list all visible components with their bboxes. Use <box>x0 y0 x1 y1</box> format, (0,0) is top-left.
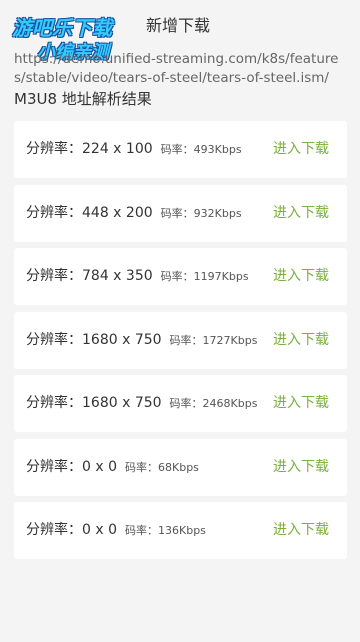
header: 游吧乐下载 小编亲测 新增下载 https://demo.unified-str… <box>0 0 360 120</box>
stream-card: 分辨率：224 x 100 码率：493Kbps 进入下载 <box>14 121 347 178</box>
bitrate-value: 2468Kbps <box>202 397 258 410</box>
watermark-line-1: 游吧乐下载 <box>12 16 112 40</box>
stream-card: 分辨率：1680 x 750 码率：1727Kbps 进入下载 <box>14 311 347 369</box>
bitrate: 码率：932Kbps <box>161 207 242 220</box>
bitrate-value: 1197Kbps <box>193 270 249 283</box>
enter-download-button[interactable]: 进入下载 <box>273 248 329 305</box>
bitrate-label: 码率： <box>169 333 203 347</box>
stream-card: 分辨率：1680 x 750 码率：2468Kbps 进入下载 <box>14 375 347 432</box>
bitrate-label: 码率： <box>160 270 194 283</box>
resolution-value: 1680 x 750 <box>82 395 162 411</box>
resolution-label: 分辨率： <box>26 458 82 475</box>
bitrate: 码率：493Kbps <box>161 143 242 156</box>
resolution-value: 224 x 100 <box>82 141 153 157</box>
enter-download-button[interactable]: 进入下载 <box>273 439 329 496</box>
bitrate-label: 码率： <box>169 397 203 410</box>
stream-info: 分辨率：224 x 100 码率：493Kbps <box>26 121 242 178</box>
resolution-value: 1680 x 750 <box>82 331 162 348</box>
resolution-value: 784 x 350 <box>82 268 153 284</box>
bitrate: 码率：136Kbps <box>125 524 206 537</box>
stream-info: 分辨率：1680 x 750 码率：2468Kbps <box>26 375 257 432</box>
resolution-label: 分辨率： <box>26 522 82 538</box>
bitrate: 码率：1727Kbps <box>170 334 258 347</box>
bitrate-value: 136Kbps <box>158 524 206 537</box>
resolution-value: 448 x 200 <box>82 204 153 221</box>
stream-info: 分辨率：1680 x 750 码率：1727Kbps <box>26 312 257 369</box>
stream-card: 分辨率：784 x 350 码率：1197Kbps 进入下载 <box>14 248 347 305</box>
enter-download-button[interactable]: 进入下载 <box>273 185 329 242</box>
bitrate: 码率：2468Kbps <box>170 397 258 410</box>
stream-info: 分辨率：448 x 200 码率：932Kbps <box>26 185 242 242</box>
resolution-label: 分辨率： <box>26 395 82 411</box>
bitrate-value: 68Kbps <box>158 460 199 474</box>
stream-info: 分辨率：0 x 0 码率：68Kbps <box>26 439 199 496</box>
stream-info: 分辨率：784 x 350 码率：1197Kbps <box>26 248 249 305</box>
resolution-label: 分辨率： <box>26 141 82 157</box>
bitrate-label: 码率： <box>125 460 158 474</box>
resolution-value: 0 x 0 <box>82 458 117 475</box>
bitrate: 码率：68Kbps <box>125 461 199 474</box>
bitrate-value: 932Kbps <box>193 206 242 220</box>
resolution-label: 分辨率： <box>26 331 82 348</box>
stream-card: 分辨率：448 x 200 码率：932Kbps 进入下载 <box>14 184 347 242</box>
bitrate: 码率：1197Kbps <box>161 270 249 283</box>
resolution-label: 分辨率： <box>26 268 82 284</box>
stream-card: 分辨率：0 x 0 码率：136Kbps 进入下载 <box>14 502 347 559</box>
enter-download-button[interactable]: 进入下载 <box>273 375 329 432</box>
bitrate-value: 1727Kbps <box>202 333 258 347</box>
enter-download-button[interactable]: 进入下载 <box>273 121 329 178</box>
enter-download-button[interactable]: 进入下载 <box>273 312 329 369</box>
enter-download-button[interactable]: 进入下载 <box>273 502 329 559</box>
bitrate-label: 码率： <box>160 143 194 156</box>
resolution-value: 0 x 0 <box>82 522 117 538</box>
bitrate-value: 493Kbps <box>193 143 242 156</box>
stream-info: 分辨率：0 x 0 码率：136Kbps <box>26 502 206 559</box>
section-title: M3U8 地址解析结果 <box>14 90 152 108</box>
source-url: https://demo.unified-streaming.com/k8s/f… <box>14 51 339 86</box>
bitrate-label: 码率： <box>160 206 194 220</box>
page-title: 新增下载 <box>146 16 211 35</box>
bitrate-label: 码率： <box>125 524 158 537</box>
resolution-label: 分辨率： <box>26 204 82 221</box>
stream-card: 分辨率：0 x 0 码率：68Kbps 进入下载 <box>14 438 347 496</box>
